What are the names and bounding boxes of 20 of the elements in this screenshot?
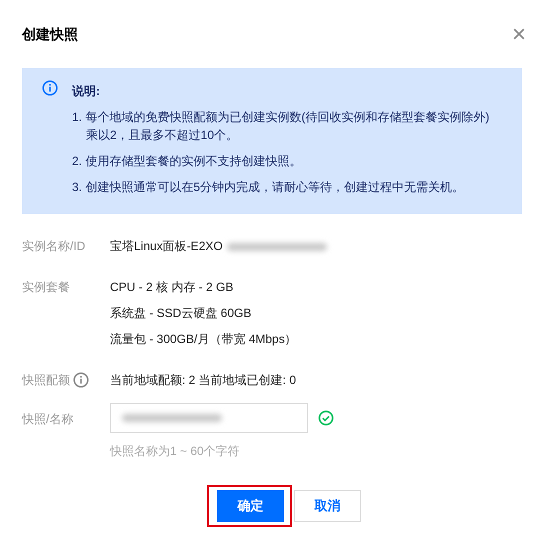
field-label: 实例套餐 <box>22 279 70 296</box>
info-icon <box>42 80 58 96</box>
notice-heading: 说明: <box>72 83 101 100</box>
field-value: 系统盘 - SSD云硬盘 60GB <box>110 305 252 322</box>
field-value: 当前地域配额: 2 当前地域已创建: 0 <box>110 372 296 389</box>
notice-item: 2. 使用存储型套餐的实例不支持创建快照。 <box>72 153 302 170</box>
info-icon <box>73 372 89 388</box>
field-value: 流量包 - 300GB/月（带宽 4Mbps） <box>110 331 297 348</box>
cancel-button[interactable]: 取消 <box>294 490 361 522</box>
dialog-title: 创建快照 <box>22 26 78 44</box>
field-label: 快照/名称 <box>22 411 74 428</box>
notice-item: 1. 每个地域的免费快照配额为已创建实例数(待回收实例和存储型套餐实例除外)乘以2，且最多不超过10个。 <box>72 109 490 144</box>
notice-item: 3. 创建快照通常可以在5分钟内完成，请耐心等待，创建过程中无需关机。 <box>72 179 466 196</box>
confirm-button[interactable]: 确定 <box>217 490 284 522</box>
field-label: 快照配额 <box>22 372 70 389</box>
close-button[interactable]: × <box>512 26 526 44</box>
field-value: 宝塔Linux面板-E2XO <box>110 238 223 255</box>
field-value: CPU - 2 核 内存 - 2 GB <box>110 279 234 296</box>
field-hint: 快照名称为1 ~ 60个字符 <box>110 443 241 460</box>
field-label: 实例名称/ID <box>22 238 86 255</box>
